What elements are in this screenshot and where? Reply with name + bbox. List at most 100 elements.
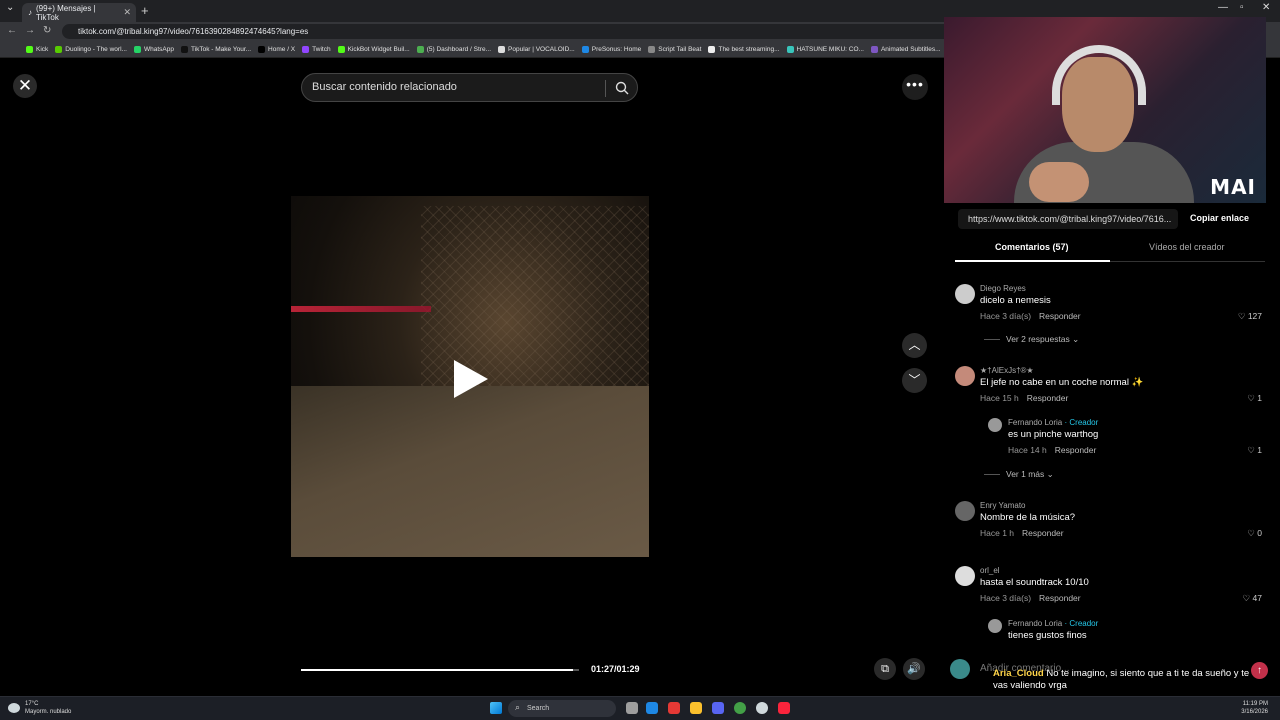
reply-button[interactable]: Responder: [1022, 528, 1064, 538]
previous-video-chevron-up-icon[interactable]: ︿: [902, 333, 927, 358]
avatar[interactable]: [955, 366, 975, 386]
edge-icon[interactable]: [646, 702, 658, 714]
bookmark-item[interactable]: Home / X: [258, 45, 295, 53]
windows-start-icon[interactable]: [490, 702, 502, 714]
close-tab-icon[interactable]: ✕: [123, 7, 131, 18]
reply-button[interactable]: Responder: [1039, 593, 1081, 603]
like-count[interactable]: ♡ 127: [1238, 311, 1262, 322]
like-count[interactable]: ♡ 0: [1247, 528, 1262, 539]
bookmark-label: Animated Subtitles...: [880, 45, 941, 53]
bookmark-label: Script Tail Beat: [658, 45, 702, 53]
headphones-shape: [1052, 45, 1146, 105]
video-player[interactable]: 01:27/01:29: [291, 58, 649, 696]
avatar[interactable]: [955, 566, 975, 586]
comment-meta: Hace 3 día(s) Responder: [980, 311, 1081, 321]
comments-tabs: Comentarios (57) Vídeos del creador: [955, 240, 1265, 262]
like-count[interactable]: ♡ 47: [1243, 593, 1262, 604]
share-link-field[interactable]: https://www.tiktok.com/@tribal.king97/vi…: [958, 209, 1178, 229]
more-options-icon[interactable]: •••: [902, 74, 928, 100]
bookmark-item[interactable]: HATSUNE MIKU: CO...: [786, 45, 864, 53]
chrome-icon[interactable]: [734, 702, 746, 714]
discord-icon[interactable]: [712, 702, 724, 714]
comment-username[interactable]: Enry Yamato: [980, 501, 1026, 510]
tab-comments[interactable]: Comentarios (57): [995, 242, 1069, 252]
weather-icon: [8, 703, 20, 713]
bookmark-item[interactable]: (5) Dashboard / Stre...: [416, 45, 491, 53]
bookmark-item[interactable]: TikTok - Make Your...: [180, 45, 251, 53]
reload-icon[interactable]: ↻: [43, 25, 51, 36]
forward-icon[interactable]: →: [25, 25, 35, 36]
file-explorer-icon[interactable]: [690, 702, 702, 714]
close-window-icon[interactable]: ✕: [1262, 2, 1270, 13]
bookmark-item[interactable]: Kick: [26, 45, 49, 53]
tab-title: (99+) Mensajes | TikTok: [36, 3, 96, 22]
heart-icon: ♡: [1247, 393, 1258, 403]
volume-icon[interactable]: 🔊: [903, 658, 925, 680]
reply-username[interactable]: Fernando Loria · Creador: [1008, 418, 1098, 427]
close-video-button[interactable]: ✕: [13, 74, 37, 98]
new-tab-icon[interactable]: +: [141, 3, 149, 18]
avatar[interactable]: [988, 418, 1002, 432]
view-more-replies-button[interactable]: Ver 1 más ⌄: [984, 469, 1054, 480]
send-comment-icon[interactable]: ↑: [1251, 662, 1268, 679]
bookmark-item[interactable]: Twitch: [302, 45, 331, 53]
comment-text: Nombre de la música?: [980, 512, 1076, 523]
bookmark-favicon-icon: [416, 45, 424, 53]
bookmark-item[interactable]: The best streaming...: [708, 45, 780, 53]
bookmark-item[interactable]: Animated Subtitles...: [870, 45, 941, 53]
view-replies-button[interactable]: Ver 2 respuestas ⌄: [984, 334, 1079, 345]
copy-link-button[interactable]: Copiar enlace: [1190, 213, 1249, 223]
minimize-icon[interactable]: —: [1218, 2, 1228, 13]
like-count[interactable]: ♡ 1: [1247, 445, 1262, 456]
settings-icon[interactable]: [756, 702, 768, 714]
back-icon[interactable]: ←: [7, 25, 17, 36]
maximize-icon[interactable]: ▫: [1240, 2, 1244, 13]
heart-icon: ♡: [1247, 445, 1258, 455]
reply-button[interactable]: Responder: [1055, 445, 1097, 455]
tab-active-underline: [955, 260, 1110, 262]
comment-username[interactable]: ★†AlExJs†®★: [980, 366, 1034, 375]
like-count[interactable]: ♡ 1: [1247, 393, 1262, 404]
tab-creator-videos[interactable]: Vídeos del creador: [1149, 242, 1225, 252]
search-icon[interactable]: [615, 81, 629, 95]
bookmark-item[interactable]: Script Tail Beat: [648, 45, 702, 53]
bookmark-item[interactable]: KickBot Widget Buil...: [337, 45, 410, 53]
bookmark-item[interactable]: WhatsApp: [133, 45, 174, 53]
reply-username-text: Fernando Loria: [1008, 418, 1063, 427]
play-icon[interactable]: [454, 360, 488, 398]
floating-player-icon[interactable]: ⧉: [874, 658, 896, 680]
next-video-chevron-down-icon[interactable]: ﹀: [902, 368, 927, 393]
taskbar-search[interactable]: Search: [508, 700, 616, 717]
related-search-bar[interactable]: Buscar contenido relacionado: [301, 73, 638, 102]
taskbar-clock[interactable]: 11:19 PM 3/16/2026: [1241, 700, 1268, 716]
reply-username[interactable]: Fernando Loria · Creador: [1008, 619, 1098, 628]
opera-icon[interactable]: [668, 702, 680, 714]
comment-text: El jefe no cabe en un coche normal ✨: [980, 377, 1144, 388]
avatar: [950, 659, 970, 679]
comment-username[interactable]: orl_el: [980, 566, 1000, 575]
comment-username[interactable]: Diego Reyes: [980, 284, 1026, 293]
bookmark-item[interactable]: PreSonus: Home: [581, 45, 641, 53]
heart-icon: ♡: [1247, 528, 1258, 538]
avatar[interactable]: [955, 284, 975, 304]
bookmark-label: Kick: [36, 45, 49, 53]
bookmark-item[interactable]: Duolingo - The worl...: [55, 45, 127, 53]
avatar[interactable]: [988, 619, 1002, 633]
creator-badge: · Creador: [1064, 619, 1099, 628]
comment-meta: Hace 1 h Responder: [980, 528, 1064, 538]
video-progress-bar[interactable]: [301, 669, 579, 671]
tab-menu-icon[interactable]: ⌄: [6, 2, 14, 13]
bookmark-label: The best streaming...: [718, 45, 780, 53]
reply-button[interactable]: Responder: [1027, 393, 1069, 403]
bookmark-favicon-icon: [708, 45, 716, 53]
bookmark-label: WhatsApp: [143, 45, 174, 53]
bookmark-item[interactable]: Popular | VOCALOID...: [498, 45, 575, 53]
task-view-icon[interactable]: [626, 702, 638, 714]
reply-button[interactable]: Responder: [1039, 311, 1081, 321]
comment-text: dicelo a nemesis: [980, 295, 1051, 306]
avatar[interactable]: [955, 501, 975, 521]
browser-tab-active[interactable]: ♪ (99+) Mensajes | TikTok ✕: [22, 3, 136, 22]
music-app-icon[interactable]: [778, 702, 790, 714]
video-time: 01:27/01:29: [591, 664, 640, 674]
weather-widget[interactable]: 17°C Mayorm. nublado: [25, 700, 71, 716]
